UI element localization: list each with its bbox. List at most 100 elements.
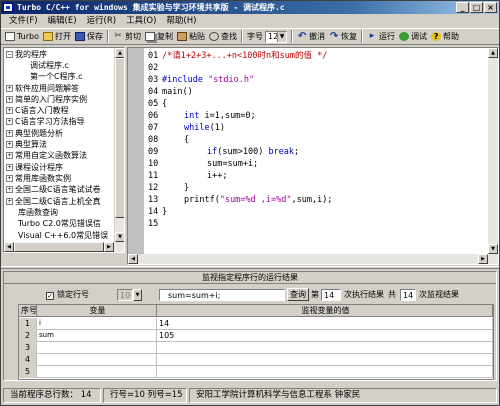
tree-hscroll-thumb[interactable]	[14, 242, 104, 252]
row-number: 1	[19, 318, 37, 330]
tree-item-analysis[interactable]: + 典型例题分析	[6, 128, 63, 139]
line-number-field[interactable]: 10	[117, 289, 133, 301]
scroll-left-icon[interactable]: ◀	[128, 254, 138, 264]
expand-icon[interactable]: +	[6, 152, 13, 159]
run-arrow-icon: ▸	[369, 31, 375, 41]
copy-button-label: 复制	[157, 32, 174, 41]
toolbar-separator	[361, 30, 364, 43]
lock-line-checkbox[interactable]: ✓ 锁定行号	[46, 289, 89, 301]
copy-icon	[145, 32, 156, 41]
query-button[interactable]: 查询	[287, 288, 309, 301]
tree-item-machine-exam[interactable]: + 全国二级C语言上机全真	[6, 196, 101, 207]
chevron-down-icon[interactable]: ▼	[133, 289, 142, 301]
menu-file[interactable]: 文件(F)	[4, 15, 43, 28]
expand-icon[interactable]: +	[6, 118, 13, 125]
expand-icon[interactable]: +	[6, 141, 13, 148]
scroll-right-icon[interactable]: ▶	[478, 254, 488, 264]
table-row[interactable]: 3	[19, 342, 493, 354]
tree-item-algorithms[interactable]: + 典型算法	[6, 139, 47, 150]
debug-icon	[399, 32, 410, 41]
editor-vertical-scrollbar[interactable]: ▲ ▼	[488, 48, 498, 254]
folder-open-icon	[43, 32, 54, 41]
tree-item-written-exam[interactable]: + 全国二级C语言笔试试卷	[6, 184, 101, 195]
tree-item-vc-errors[interactable]: Visual C++6.0常见错误	[18, 230, 108, 241]
maximize-button[interactable]: □	[470, 2, 483, 13]
tree-item-my-programs[interactable]: − 我的程序	[6, 49, 47, 60]
menu-tools[interactable]: 工具(O)	[121, 15, 161, 28]
find-button[interactable]: 查找	[207, 29, 239, 44]
table-row[interactable]: 5	[19, 366, 493, 378]
expand-icon[interactable]: +	[6, 164, 13, 171]
variable-cell[interactable]	[37, 366, 157, 378]
scroll-down-icon[interactable]: ▼	[488, 244, 498, 254]
expand-icon[interactable]: +	[6, 198, 13, 205]
tree-item-first-program[interactable]: 第一个C程序.c	[30, 71, 83, 82]
total-count-field[interactable]: 14	[400, 289, 416, 301]
table-row[interactable]: 2 sum 105	[19, 330, 493, 342]
code-editor[interactable]: 01 02 03 04 05 06 07 08 09 10 11 12 13 1…	[127, 47, 499, 265]
nth-exec-field[interactable]: 14	[321, 289, 341, 301]
code-keyword: int	[184, 111, 200, 121]
scroll-right-icon[interactable]: ▶	[104, 242, 114, 252]
scissors-icon: ✂	[114, 31, 122, 41]
expand-icon[interactable]: +	[6, 186, 13, 193]
tree-horizontal-scrollbar[interactable]: ◀ ▶	[4, 242, 124, 252]
open-button[interactable]: 打开	[41, 29, 73, 44]
editor-horizontal-scrollbar[interactable]: ◀ ▶	[128, 254, 498, 264]
scroll-left-icon[interactable]: ◀	[4, 242, 14, 252]
expand-icon[interactable]: +	[6, 175, 13, 182]
expand-icon[interactable]: +	[6, 130, 13, 137]
title-bar[interactable]: Turbo C/C++ for windows 集成实验与学习环境共享版 - 调…	[1, 1, 499, 14]
variable-cell[interactable]	[37, 354, 157, 366]
tree-item-library-query[interactable]: 库函数查询	[18, 207, 58, 218]
scroll-up-icon[interactable]: ▲	[488, 48, 498, 58]
save-button[interactable]: 保存	[73, 29, 105, 44]
expand-icon[interactable]: +	[6, 96, 13, 103]
chevron-down-icon[interactable]: ▼	[277, 31, 287, 42]
panel-splitter[interactable]	[1, 266, 499, 269]
tree-vertical-scrollbar[interactable]: ▲ ▼	[114, 48, 124, 242]
line-code-field[interactable]: sum=sum+i;	[159, 289, 285, 301]
checkmark-icon[interactable]: ✓	[46, 292, 54, 300]
code-keyword: break	[268, 147, 295, 157]
tree-item-library-examples[interactable]: + 常用库函数实例	[6, 173, 71, 184]
cut-button[interactable]: ✂ 剪切	[111, 29, 143, 44]
code-line-comment: /*请1+2+3+...+n<100时n和sum的值 */	[162, 51, 328, 61]
expand-icon[interactable]: +	[6, 85, 13, 92]
redo-button[interactable]: ↷ 恢复	[327, 29, 359, 44]
minimize-button[interactable]: _	[456, 2, 469, 13]
tree-item-tc-errors[interactable]: Turbo C2.0常见错误信	[18, 218, 101, 229]
menu-edit[interactable]: 编辑(E)	[43, 15, 82, 28]
tree-item-examples[interactable]: + 简单的入门程序实例	[6, 94, 87, 105]
tree-item-label: Visual C++6.0常见错误	[18, 231, 109, 240]
close-button[interactable]: ×	[484, 2, 497, 13]
collapse-icon[interactable]: −	[6, 51, 13, 58]
tree-item-custom-functions[interactable]: + 常用自定义函数算法	[6, 150, 87, 161]
help-button[interactable]: ? 帮助	[429, 29, 461, 44]
tree-item-debug-program[interactable]: 调试程序.c	[30, 60, 69, 71]
code-area[interactable]: 01 02 03 04 05 06 07 08 09 10 11 12 13 1…	[144, 48, 489, 254]
watch-panel: 监视指定程序行的运行结果 ✓ 锁定行号 10 ▼ sum=sum+i; 查询 第 …	[3, 271, 497, 381]
variable-cell[interactable]: i	[37, 318, 157, 330]
new-button[interactable]: Turbo	[3, 29, 41, 44]
tree-item-course-design[interactable]: + 课程设计程序	[6, 162, 63, 173]
fontsize-select[interactable]: 12 ▼	[265, 30, 288, 43]
table-row[interactable]: 1 i 14	[19, 318, 493, 330]
menu-run[interactable]: 运行(R)	[82, 15, 122, 28]
menu-help[interactable]: 帮助(H)	[161, 15, 201, 28]
tree-item-faq[interactable]: + 软件应用问题解答	[6, 83, 79, 94]
table-row[interactable]: 4	[19, 354, 493, 366]
run-button[interactable]: ▸ 运行	[365, 29, 397, 44]
tree-vscroll-thumb[interactable]	[115, 58, 124, 218]
tree-item-method[interactable]: + C语言学习方法指导	[6, 116, 85, 127]
variable-cell[interactable]: sum	[37, 330, 157, 342]
debug-button[interactable]: 调试	[397, 29, 429, 44]
scroll-down-icon[interactable]: ▼	[115, 232, 124, 242]
undo-button[interactable]: ↶ 撤消	[295, 29, 327, 44]
tree-item-tutorial[interactable]: + C语言入门教程	[6, 105, 69, 116]
copy-button[interactable]: 复制	[143, 29, 175, 44]
variable-cell[interactable]	[37, 342, 157, 354]
expand-icon[interactable]: +	[6, 107, 13, 114]
paste-button[interactable]: 粘贴	[175, 29, 207, 44]
scroll-up-icon[interactable]: ▲	[115, 48, 124, 58]
